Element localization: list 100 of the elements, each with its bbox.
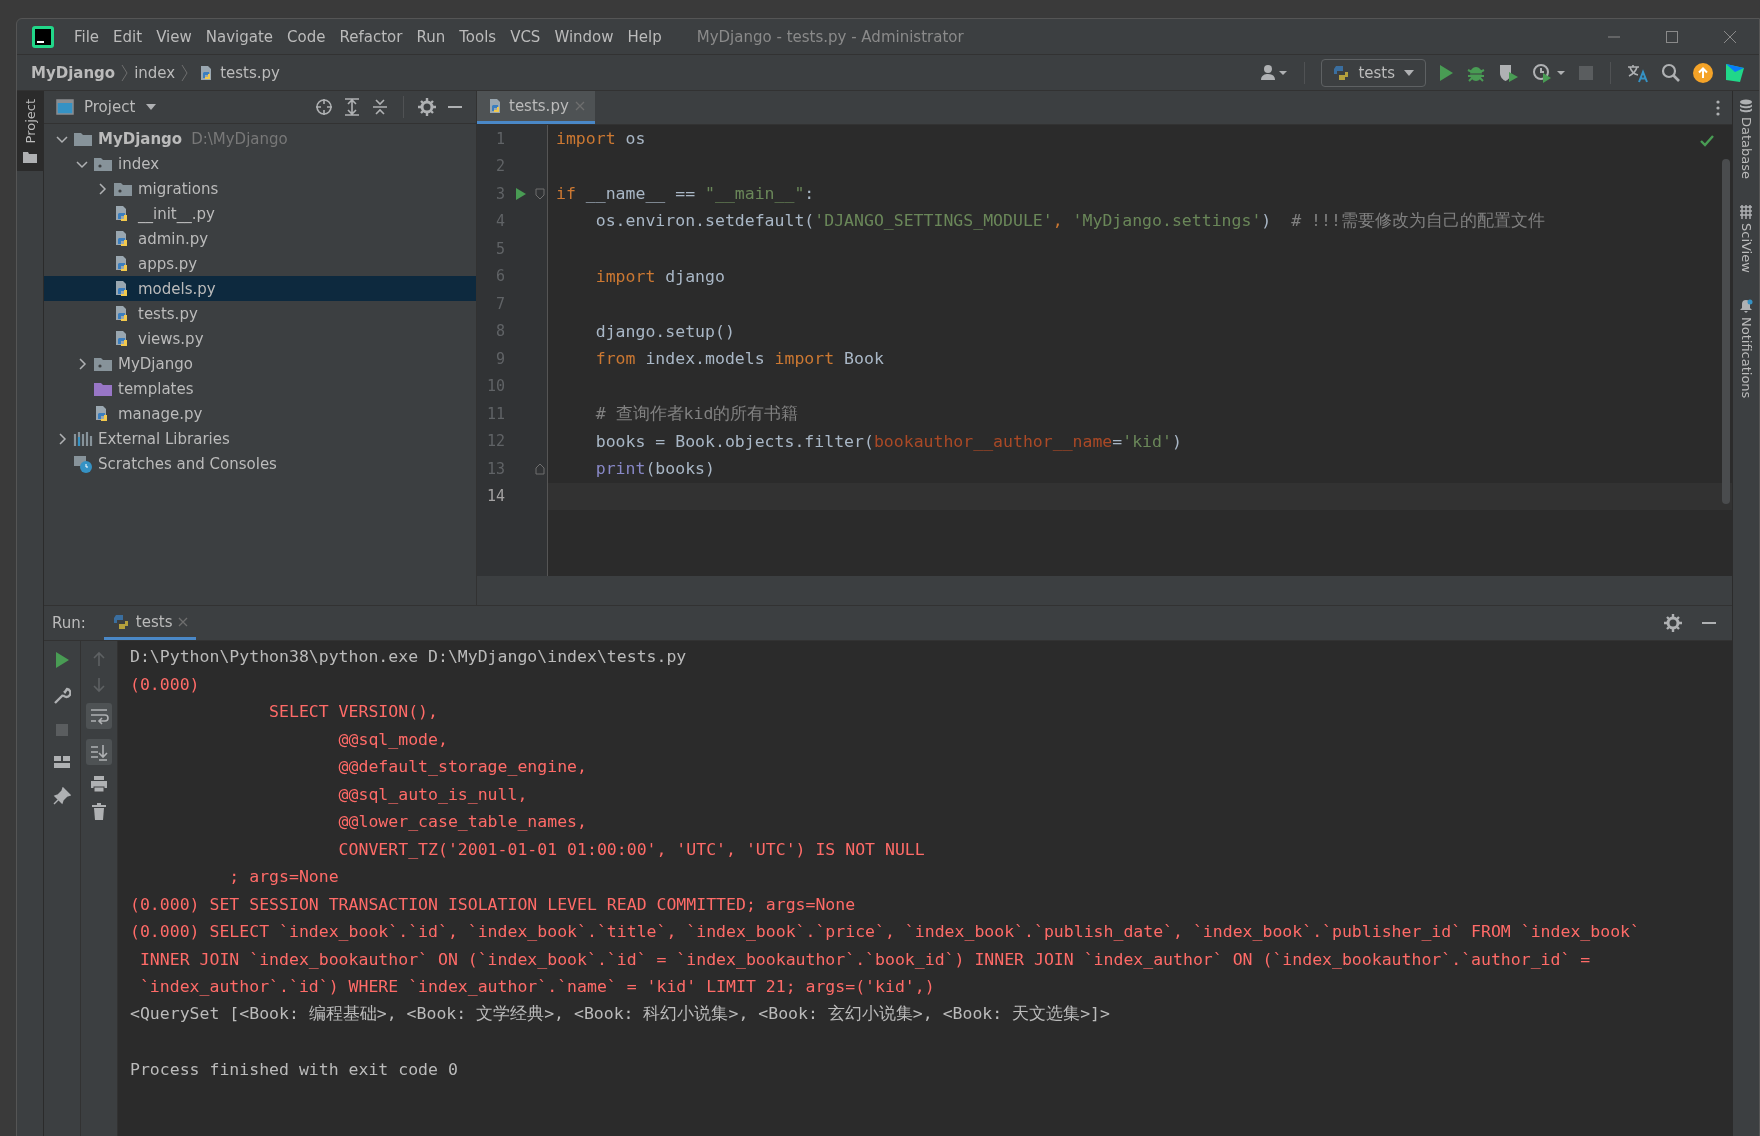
scrollbar[interactable] [1722, 159, 1730, 504]
console-line: @@sql_mode, [337, 729, 448, 749]
locate-icon[interactable] [315, 98, 333, 116]
tree-item[interactable]: index [44, 151, 476, 176]
chevron-icon [181, 63, 189, 82]
tree-item[interactable]: views.py [44, 326, 476, 351]
panel-icon [56, 99, 74, 115]
chevron-right-icon[interactable] [76, 357, 88, 370]
editor-tab[interactable]: tests.py [477, 91, 595, 124]
project-tool-button[interactable]: Project [17, 91, 43, 172]
tree-item[interactable]: MyDjango [44, 351, 476, 376]
print-icon[interactable] [90, 775, 108, 793]
coverage-icon[interactable] [1498, 62, 1520, 83]
console-line: SELECT VERSION(), [268, 702, 438, 722]
code-line: books = Book.objects.filter(bookauthor__author__name='kid') [594, 431, 1182, 451]
menu-item[interactable]: Window [554, 27, 614, 46]
soft-wrap-icon[interactable] [86, 703, 112, 729]
tree-item[interactable]: apps.py [44, 251, 476, 276]
chevron-right-icon[interactable] [96, 182, 108, 195]
console-line: Process finished with exit code 0 [130, 1059, 458, 1079]
panel-title[interactable]: Project [84, 98, 136, 116]
settings-icon[interactable] [418, 98, 436, 116]
collapse-all-icon[interactable] [371, 98, 389, 116]
chevron-icon [121, 63, 129, 82]
tree-item[interactable]: External Libraries [44, 426, 476, 451]
python-icon [1332, 63, 1351, 82]
dropdown-caret-icon[interactable] [145, 103, 158, 111]
run-icon[interactable] [515, 187, 527, 201]
folder-icon [23, 151, 37, 164]
user-icon[interactable] [1260, 63, 1289, 82]
grid-icon [1739, 205, 1753, 220]
run-configuration-dropdown[interactable]: tests [1321, 58, 1426, 87]
fold-icon[interactable] [535, 188, 545, 200]
bell-icon [1739, 298, 1753, 313]
search-icon[interactable] [1661, 62, 1681, 83]
layout-icon[interactable] [53, 755, 71, 769]
code-line: print(books) [594, 459, 715, 479]
folder-icon [113, 180, 133, 197]
console-line: CONVERT_TZ('2001-01-01 01:00:00', 'UTC', 'UTC') IS NOT NULL [337, 839, 925, 859]
menu-item[interactable]: Help [627, 27, 662, 46]
tree-item[interactable]: admin.py [44, 226, 476, 251]
breadcrumb-item[interactable]: MyDjango [31, 63, 116, 82]
console-line: @@sql_auto_is_null, [337, 784, 528, 804]
window-title: MyDjango - tests.py - Administrator [696, 27, 964, 46]
profiler-icon[interactable] [1532, 62, 1566, 83]
settings-icon[interactable] [1664, 614, 1682, 632]
python-icon [111, 612, 130, 631]
scratches-icon [73, 454, 93, 473]
console-line: D:\Python\Python38\python.exe D:\MyDjango\index\tests.py [130, 647, 687, 667]
code-line: os.environ.setdefault('DJANGO_SETTINGS_MODULE', 'MyDjango.settings') # !!!需要修改为自己的配置文件 [594, 210, 1545, 233]
update-icon[interactable] [1693, 62, 1713, 83]
tree-item[interactable]: Scratches and Consoles [44, 451, 476, 476]
caret-icon [1403, 68, 1415, 77]
check-icon [1700, 135, 1714, 147]
trash-icon[interactable] [91, 803, 107, 821]
menu-item[interactable]: View [156, 27, 192, 46]
library-icon [73, 430, 93, 447]
menu-item[interactable]: Code [287, 27, 326, 46]
folder-icon [93, 380, 113, 397]
menu-item[interactable]: Run [416, 27, 446, 46]
database-icon [1739, 99, 1753, 113]
console-line: (0.000) [130, 674, 200, 694]
fold-icon[interactable] [535, 463, 545, 475]
console-line: INNER JOIN `index_bookauthor` ON (`index_book`.`id` = `index_bookauthor`.`book_id`) INNER JOIN `index_author` ON (`index_bookauthor`.`author_id` = [138, 949, 1591, 969]
tool-window-button[interactable]: Database [1738, 99, 1754, 180]
menu-item[interactable]: Refactor [339, 27, 403, 46]
chevron-right-icon[interactable] [56, 432, 68, 445]
menu-item[interactable]: Tools [459, 27, 497, 46]
tree-item[interactable]: templates [44, 376, 476, 401]
tree-item[interactable]: models.py [44, 276, 476, 301]
breadcrumb-item[interactable]: tests.py [220, 63, 280, 82]
code-line: import os [556, 129, 646, 149]
console-line: (0.000) SELECT `index_book`.`id`, `index_book`.`title`, `index_book`.`price`, `index_book`.`publish_date`, `index_book`.`publisher_id` FROM `index_book` [130, 922, 1640, 942]
tree-item[interactable]: __init__.py [44, 201, 476, 226]
breadcrumb-item[interactable]: index [134, 63, 176, 82]
code-line: from index.models import Book [594, 349, 884, 369]
python-file-icon [487, 98, 503, 114]
pin-icon[interactable] [53, 787, 71, 805]
run-icon[interactable] [1438, 63, 1454, 82]
more-icon[interactable] [1716, 99, 1720, 116]
tree-item[interactable]: tests.py [44, 301, 476, 326]
console-line: (0.000) SET SESSION TRANSACTION ISOLATION LEVEL READ COMMITTED; args=None [130, 894, 856, 914]
translate-icon[interactable] [1627, 62, 1649, 83]
tree-item[interactable]: MyDjango D:\MyDjango [44, 126, 476, 151]
menu-item[interactable]: Navigate [205, 27, 274, 46]
code-line: if __name__ == "__main__": [556, 184, 815, 204]
folder-icon [93, 355, 113, 372]
close-icon[interactable] [1723, 29, 1737, 44]
console-line: `index_author`.`id`) WHERE `index_author`.`name` = 'kid' LIMIT 21; args=('kid',) [138, 977, 935, 997]
tool-window-button[interactable]: Notifications [1738, 298, 1754, 399]
expand-all-icon[interactable] [343, 98, 361, 116]
menu-item[interactable]: File [74, 27, 100, 46]
rerun-icon[interactable] [54, 651, 70, 669]
maximize-icon[interactable] [1665, 29, 1679, 44]
menu-item[interactable]: VCS [510, 27, 541, 46]
tree-item[interactable]: migrations [44, 176, 476, 201]
scroll-to-end-icon[interactable] [86, 739, 112, 765]
tree-item[interactable]: manage.py [44, 401, 476, 426]
tool-window-button[interactable]: SciView [1738, 205, 1754, 273]
menu-item[interactable]: Edit [113, 27, 143, 46]
